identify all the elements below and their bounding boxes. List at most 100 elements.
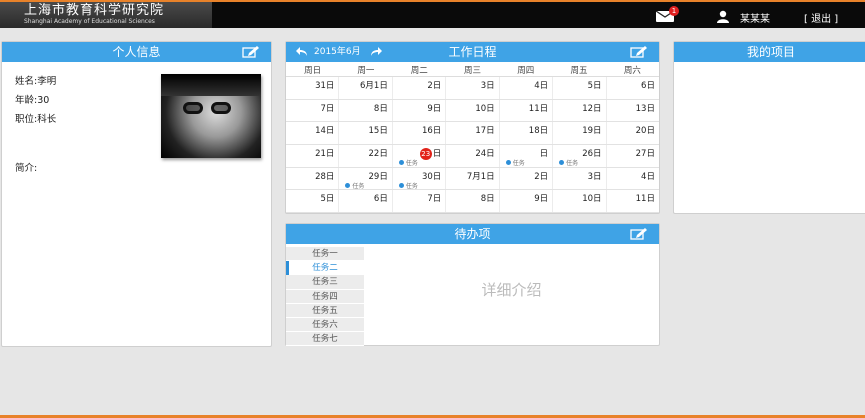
calendar-day-cell[interactable]: 13日 [607, 100, 659, 122]
calendar-grid: 周日 周一 周二 周三 周四 周五 周六 31日 6月1日 2日 3日 4日 5日 6日 7日… [286, 66, 659, 214]
calendar-task[interactable]: 任务 [345, 181, 364, 190]
calendar-day-cell[interactable]: 2日 [500, 167, 554, 190]
weekday-label: 周一 [357, 66, 375, 76]
calendar-task[interactable]: 任务 [398, 158, 418, 167]
calendar-day-cell[interactable]: 6日 [339, 190, 393, 213]
edit-icon[interactable] [630, 228, 648, 240]
todo-item[interactable]: 任务一 [286, 247, 364, 262]
edit-icon[interactable] [630, 46, 648, 58]
calendar-title: 工作日程 [448, 45, 497, 59]
calendar-day-cell[interactable]: 31日 [286, 77, 340, 99]
calendar-day-cell[interactable]: 2日 [393, 77, 447, 99]
calendar-day-number: 14日 [315, 126, 335, 137]
calendar-day-cell[interactable]: 10日 [446, 99, 500, 122]
calendar-day-cell[interactable]: 27日 [607, 145, 659, 167]
weekday-row: 周日 周一 周二 周三 周四 周五 周六 [286, 66, 659, 77]
calendar-day-cell[interactable]: 18日 [500, 122, 554, 145]
calendar-day-cell[interactable]: 24日 [446, 145, 500, 167]
calendar-day-cell[interactable]: 12日 [553, 99, 607, 122]
calendar-day-number: 2日 [427, 81, 442, 91]
calendar-day-cell[interactable]: 21日 [286, 145, 340, 167]
todo-item[interactable]: 任务四 [286, 289, 364, 304]
undo-arrow-icon[interactable] [296, 47, 308, 57]
info-position: 职位:科长 [15, 114, 57, 125]
calendar-day-number: 7月1日 [466, 171, 495, 182]
calendar-day-number: 6日 [373, 194, 388, 205]
calendar-day-cell[interactable]: 11日 [500, 99, 554, 122]
calendar-day-cell[interactable]: 5日 [553, 77, 607, 99]
logo-english: Shanghai Academy of Educational Sciences [24, 18, 155, 25]
calendar-day-cell[interactable]: 20日 [607, 122, 659, 144]
calendar-day-cell[interactable]: 16日 [393, 122, 447, 145]
project-panel: 我的项目 [673, 41, 865, 214]
calendar-day-cell[interactable]: 5日 [286, 190, 340, 213]
calendar-day-number: 23 日 [419, 148, 442, 161]
calendar-task[interactable]: 任务 [559, 158, 578, 167]
calendar-day-cell[interactable]: 6日 [607, 77, 659, 99]
project-header: 我的项目 [674, 42, 865, 62]
calendar-week-row: 7日 8日 9日 10日 11日 12日 13日 [286, 99, 659, 123]
calendar-month: 2015年6月 [314, 47, 361, 57]
todo-item[interactable]: 任务三 [286, 275, 364, 290]
calendar-week-row: 28日 29日 任务 30日 任务 7月1日 2日 3日 4日 [286, 167, 659, 191]
info-name: 姓名:李明 [15, 76, 57, 87]
calendar-week-row: 14日 15日 16日 17日 18日 19日 20日 [286, 122, 659, 146]
calendar-day-cell[interactable]: 28日 [286, 167, 340, 190]
calendar-day-number: 11日 [635, 194, 655, 205]
calendar-day-cell[interactable]: 11日 [607, 190, 659, 212]
calendar-day-number: 8日 [373, 103, 388, 114]
logout-link[interactable]: [ 退出 ] [804, 10, 838, 25]
calendar-day-number: 3日 [587, 171, 602, 182]
calendar-day-cell[interactable]: 9日 [393, 99, 447, 122]
logo[interactable]: 上海市教育科学研究院 Shanghai Academy of Education… [0, 2, 212, 28]
calendar-day-number: 6日 [641, 81, 655, 91]
calendar-day-number: 15日 [368, 126, 388, 137]
calendar-day-number: 9日 [534, 194, 549, 205]
calendar-day-cell[interactable]: 9日 [500, 190, 554, 213]
weekday-label: 周五 [570, 66, 588, 76]
calendar-day-cell[interactable]: 4日 [500, 77, 554, 99]
calendar-day-cell[interactable]: 26日 任务 [553, 145, 607, 167]
calendar-day-cell[interactable]: 15日 [339, 122, 393, 145]
todo-item[interactable]: 任务六 [286, 317, 364, 333]
avatar [161, 74, 261, 158]
calendar-day-number: 28日 [315, 171, 335, 182]
calendar-day-number: 8日 [480, 194, 495, 205]
calendar-day-number: 18日 [528, 126, 549, 137]
calendar-day-cell[interactable]: 7日 [286, 99, 340, 122]
calendar-day-cell[interactable]: 8日 [339, 99, 393, 122]
calendar-day-number: 19日 [582, 126, 602, 137]
redo-arrow-icon[interactable] [370, 47, 382, 57]
calendar-day-cell[interactable]: 19日 [553, 122, 607, 145]
info-age: 年龄:30 [15, 95, 50, 106]
calendar-task[interactable]: 任务 [505, 158, 525, 167]
todo-item[interactable]: 任务七 [286, 332, 364, 347]
user-name[interactable]: 某某某 [740, 10, 770, 25]
calendar-task[interactable]: 任务 [398, 181, 418, 190]
calendar-day-cell[interactable]: 6月1日 [339, 77, 393, 99]
todo-item[interactable]: 任务二 [286, 261, 364, 276]
mail-icon[interactable]: 1 [656, 6, 679, 22]
calendar-day-cell[interactable]: 3日 [553, 167, 607, 190]
calendar-day-cell[interactable]: 3日 [446, 77, 500, 99]
edit-icon[interactable] [242, 46, 260, 58]
calendar-day-cell[interactable]: 10日 [553, 190, 607, 213]
calendar-day-cell[interactable]: 日任务 [500, 145, 554, 167]
calendar-day-cell[interactable]: 29日 任务 [339, 167, 393, 190]
calendar-panel: 2015年6月 工作日程 周日 周一 周二 周三 周四 周五 周六 31日 6月1… [285, 41, 660, 214]
calendar-day-cell[interactable]: 7日 [393, 190, 447, 213]
calendar-day-cell[interactable]: 22日 [339, 145, 393, 167]
calendar-day-cell[interactable]: 8日 [446, 190, 500, 213]
personal-info-title: 个人信息 [112, 45, 161, 59]
calendar-day-cell[interactable]: 4日 [607, 168, 659, 190]
calendar-day-number: 27日 [635, 149, 655, 160]
calendar-day-cell[interactable]: 30日 任务 [393, 167, 447, 190]
todo-item[interactable]: 任务五 [286, 303, 364, 318]
calendar-day-cell[interactable]: 7月1日 [446, 167, 500, 190]
calendar-day-number: 16日 [421, 126, 442, 137]
calendar-day-cell[interactable]: 14日 [286, 122, 340, 145]
calendar-day-number: 24日 [475, 149, 495, 160]
calendar-day-cell[interactable]: 17日 [446, 122, 500, 145]
calendar-day-cell[interactable]: 23 日任务 [393, 145, 447, 167]
calendar-day-number: 5日 [320, 194, 335, 205]
